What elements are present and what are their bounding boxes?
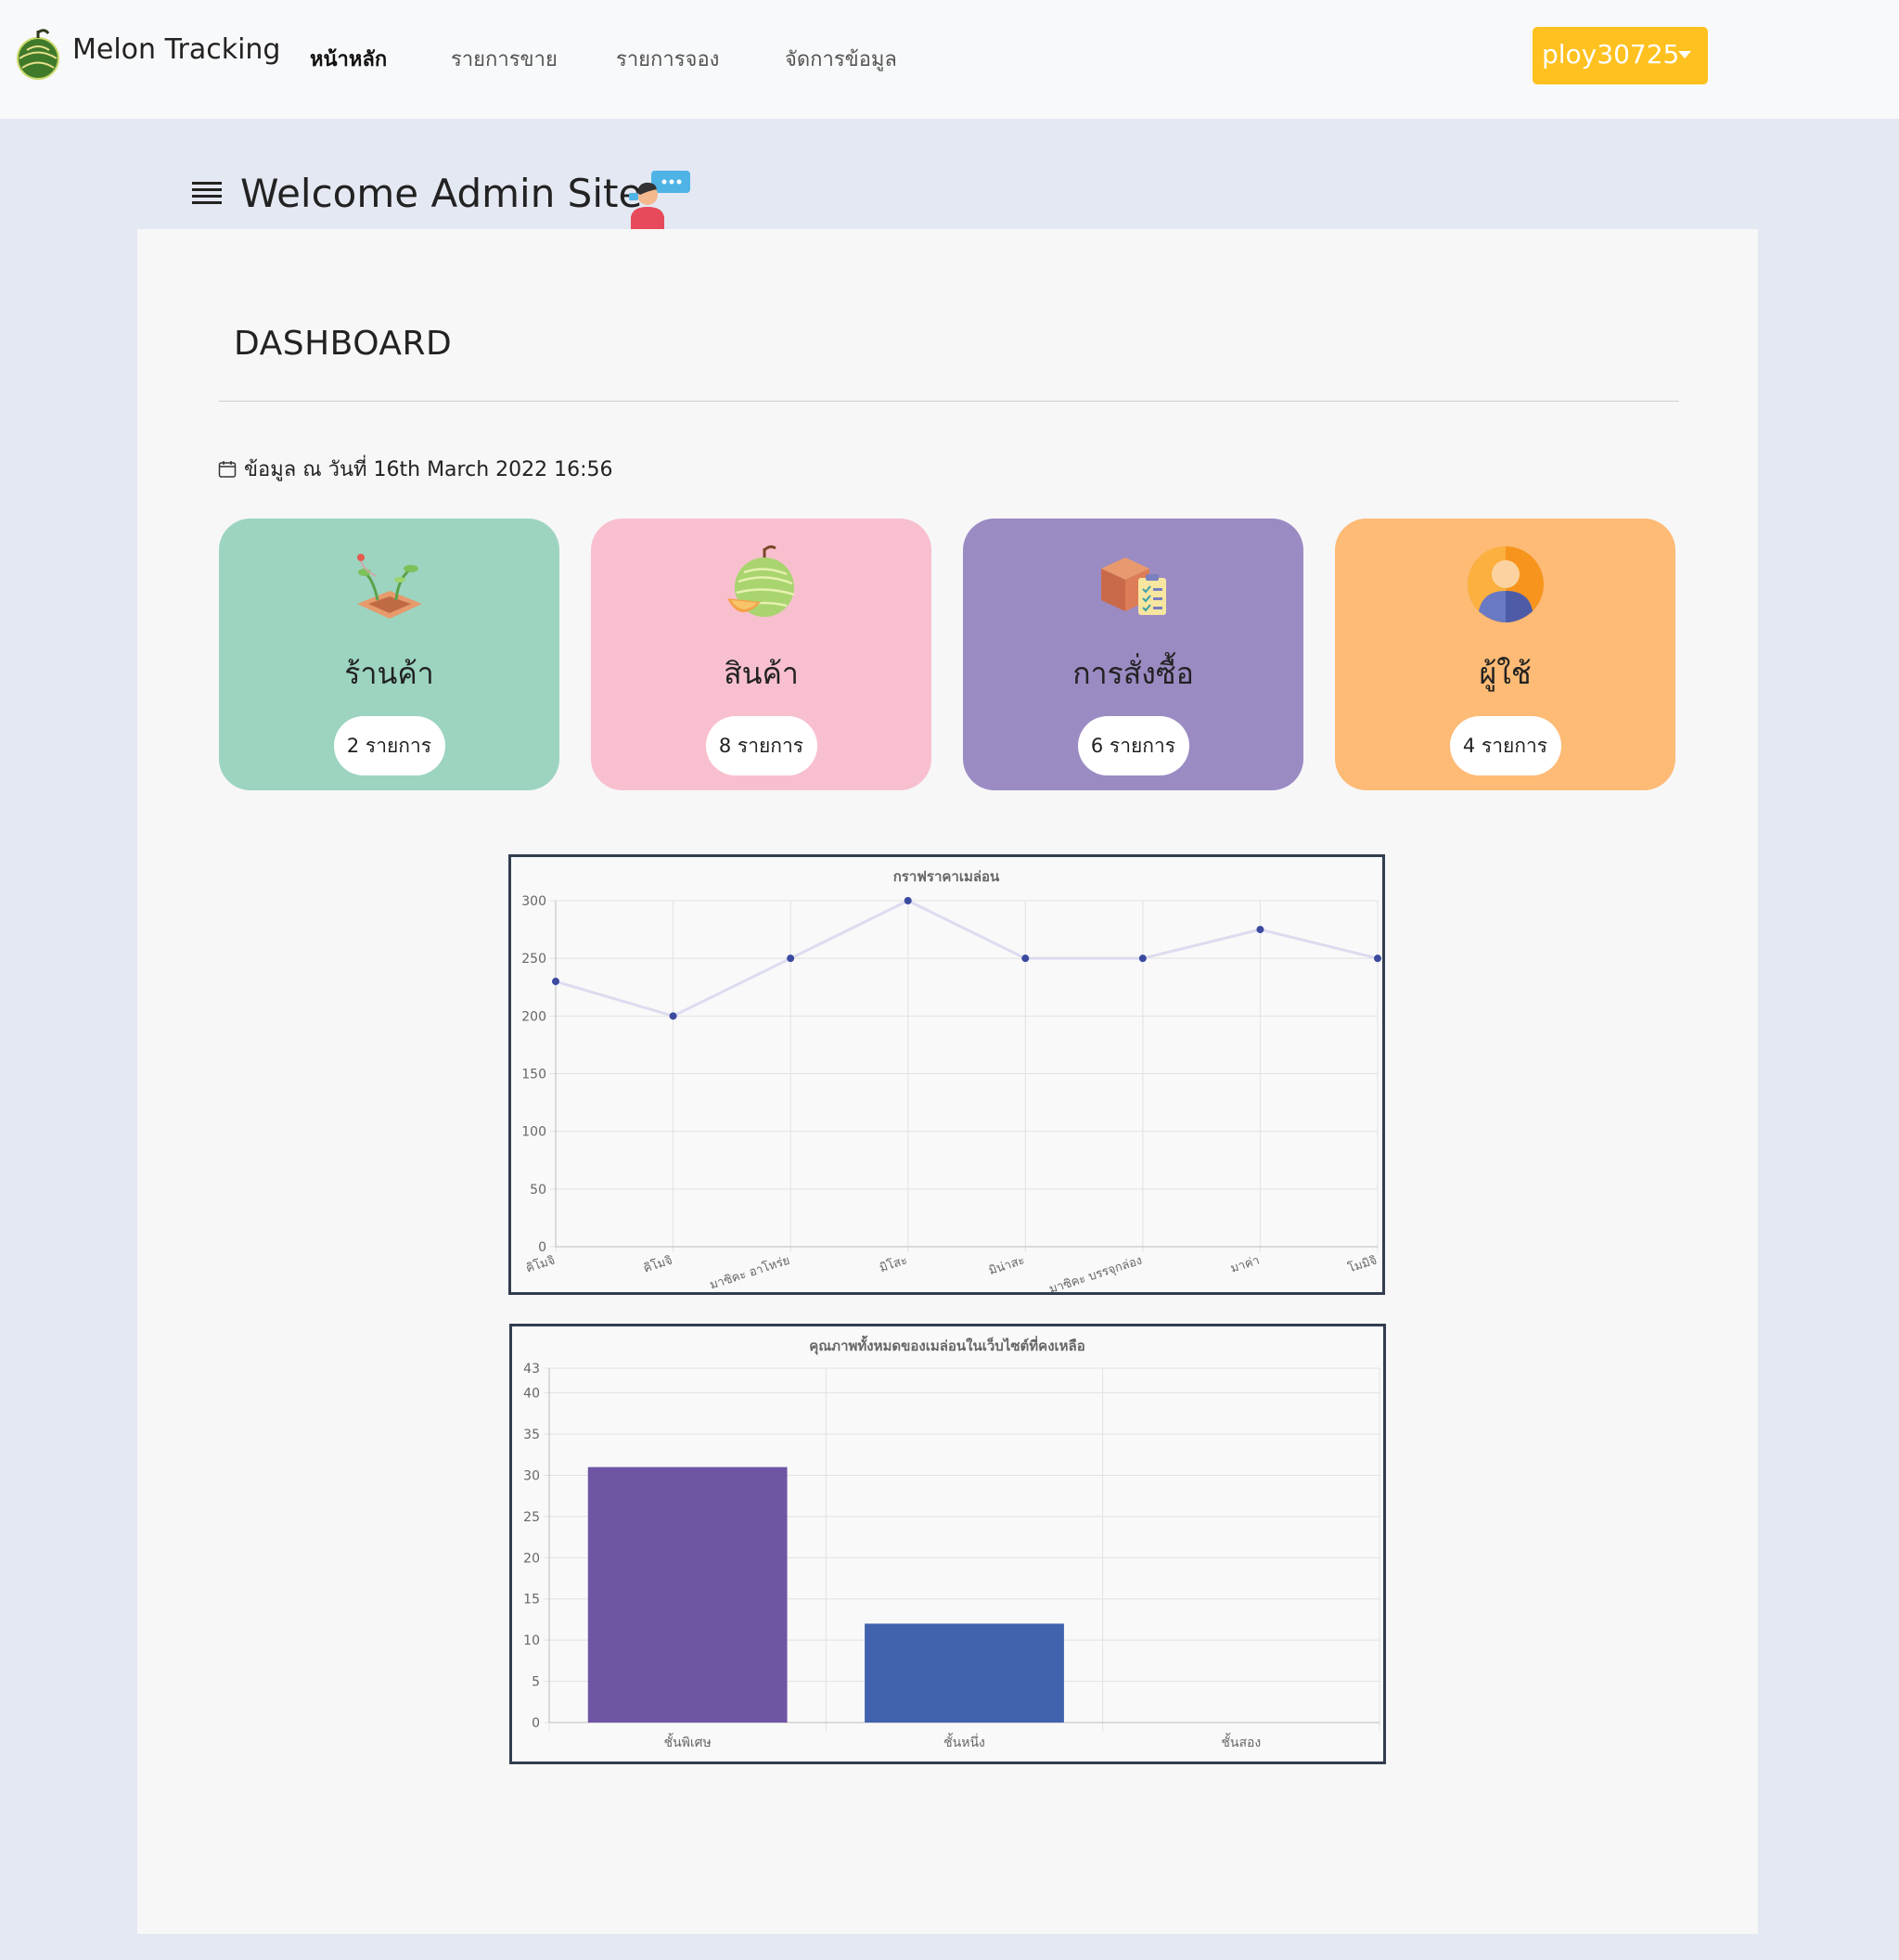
username: ploy30725 — [1542, 39, 1680, 70]
y-tick-label: 20 — [523, 1551, 540, 1566]
data-point — [669, 1012, 677, 1020]
y-tick-label: 300 — [521, 894, 546, 909]
card-title: สินค้า — [724, 656, 799, 691]
bar — [865, 1623, 1064, 1723]
card-count-badge: 4 รายการ — [1449, 716, 1561, 775]
y-tick-label: 100 — [521, 1125, 546, 1140]
y-tick-label: 43 — [523, 1362, 540, 1377]
bar-chart-svg: คุณภาพทั้งหมดของเมล่อนในเว็บไซต์ที่คงเหล… — [523, 1335, 1380, 1750]
nav-sales-list[interactable]: รายการขาย — [451, 43, 558, 75]
y-tick-label: 5 — [532, 1675, 540, 1690]
x-tick-label: คิโมจิ — [524, 1253, 557, 1276]
calendar-icon — [218, 460, 237, 478]
y-tick-label: 200 — [521, 1009, 546, 1024]
nav-home[interactable]: หน้าหลัก — [310, 43, 387, 75]
y-tick-label: 25 — [523, 1510, 540, 1525]
data-point — [787, 954, 795, 963]
data-point — [1374, 954, 1381, 963]
dashboard-heading: DASHBOARD — [234, 325, 453, 363]
user-avatar-icon — [1467, 546, 1544, 622]
card-orders[interactable]: การสั่งซื้อ 6 รายการ — [963, 519, 1303, 790]
data-timestamp: ข้อมูล ณ วันที่ 16th March 2022 16:56 — [218, 453, 613, 485]
data-point — [904, 897, 912, 904]
x-tick-label: ชั้นพิเศษ — [664, 1733, 712, 1750]
y-tick-label: 40 — [523, 1387, 540, 1402]
card-count-badge: 8 รายการ — [705, 716, 817, 775]
hamburger-menu-icon[interactable] — [192, 182, 222, 206]
y-tick-label: 250 — [521, 952, 546, 967]
melon-logo-icon — [17, 29, 59, 80]
divider — [219, 401, 1679, 402]
card-count-badge: 6 รายการ — [1077, 716, 1189, 775]
caret-down-icon — [1678, 51, 1691, 58]
nav-booking-list[interactable]: รายการจอง — [616, 43, 719, 75]
card-title: การสั่งซื้อ — [1072, 656, 1194, 691]
x-tick-label: คิโมจิ — [642, 1253, 674, 1276]
date-text: ข้อมูล ณ วันที่ 16th March 2022 16:56 — [244, 458, 613, 481]
data-point — [1256, 926, 1264, 934]
x-tick-label: มาค่า — [1229, 1254, 1262, 1276]
x-tick-label: ชั้นหนึ่ง — [943, 1733, 985, 1750]
card-title: ผู้ใช้ — [1479, 656, 1532, 691]
y-tick-label: 50 — [530, 1183, 546, 1198]
admin-support-icon — [629, 171, 690, 232]
user-dropdown-button[interactable]: ploy30725 — [1533, 27, 1708, 84]
data-point — [1138, 954, 1147, 963]
y-tick-label: 150 — [521, 1068, 546, 1082]
brand[interactable]: Melon Tracking — [11, 28, 280, 82]
sprout-garden-icon — [356, 554, 422, 619]
data-point — [552, 978, 559, 986]
top-navbar: Melon Tracking หน้าหลัก รายการขาย รายการ… — [0, 0, 1899, 119]
chart-title: คุณภาพทั้งหมดของเมล่อนในเว็บไซต์ที่คงเหล… — [809, 1335, 1085, 1355]
welcome-title: Welcome Admin Site — [240, 171, 643, 216]
card-products[interactable]: สินค้า 8 รายการ — [591, 519, 931, 790]
card-count-badge: 2 รายการ — [333, 716, 445, 775]
price-line-chart: กราฟราคาเมล่อน 0 50 100 150 200 250 300 คิโมจิ คิ… — [508, 854, 1385, 1295]
x-tick-label: ชั้นสอง — [1221, 1733, 1261, 1750]
card-users[interactable]: ผู้ใช้ 4 รายการ — [1335, 519, 1675, 790]
bar — [587, 1467, 788, 1723]
y-tick-label: 0 — [532, 1716, 540, 1731]
nav-manage-data[interactable]: จัดการข้อมูล — [785, 43, 897, 75]
brand-name: Melon Tracking — [72, 32, 281, 66]
line-chart-svg: กราฟราคาเมล่อน 0 50 100 150 200 250 300 คิโมจิ คิ… — [521, 868, 1381, 1292]
quality-bar-chart: คุณภาพทั้งหมดของเมล่อนในเว็บไซต์ที่คงเหล… — [509, 1324, 1386, 1764]
y-tick-label: 30 — [523, 1468, 540, 1483]
x-tick-label: มิโสะ — [878, 1253, 909, 1276]
y-tick-label: 35 — [523, 1428, 540, 1442]
x-tick-label: มาซิคะ อาโหร่ย — [708, 1253, 791, 1292]
x-tick-label: มิน่าสะ — [987, 1254, 1026, 1279]
y-tick-label: 10 — [523, 1633, 540, 1648]
x-tick-label: มาซิคะ บรรจุกล่อง — [1047, 1254, 1144, 1292]
y-tick-label: 15 — [523, 1593, 540, 1608]
order-box-icon — [1100, 557, 1166, 615]
card-shops[interactable]: ร้านค้า 2 รายการ — [219, 519, 559, 790]
y-tick-label: 0 — [538, 1240, 546, 1255]
melon-icon — [726, 544, 794, 617]
chart-title: กราฟราคาเมล่อน — [893, 868, 1000, 885]
data-point — [1021, 954, 1030, 963]
x-tick-label: โมมิจิ — [1346, 1253, 1379, 1276]
card-title: ร้านค้า — [344, 656, 434, 691]
